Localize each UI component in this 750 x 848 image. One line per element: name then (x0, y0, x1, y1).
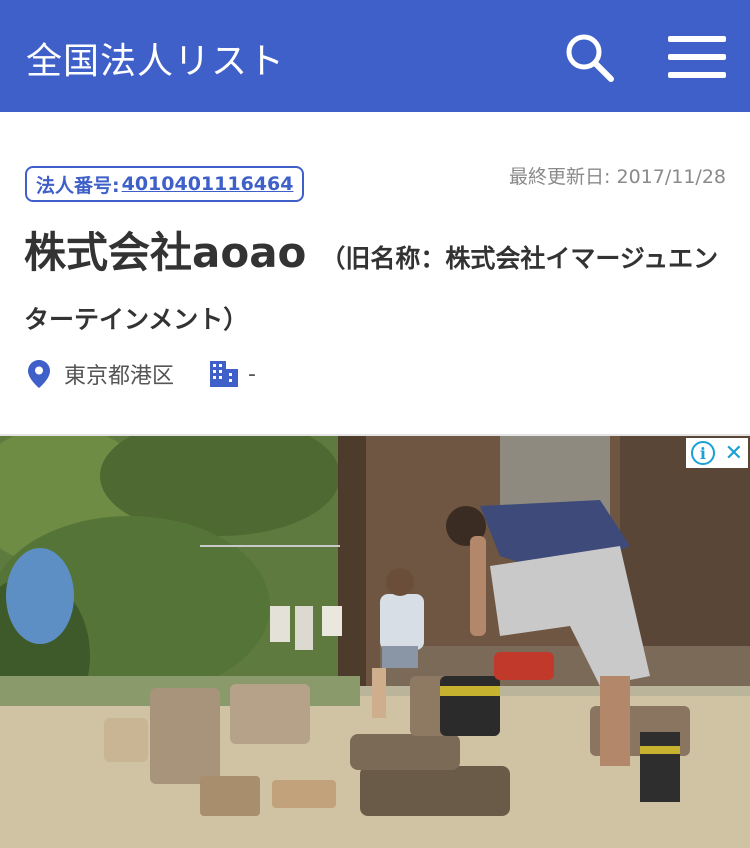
search-icon (566, 34, 614, 82)
adchoices-badge[interactable]: i ✕ (686, 438, 748, 468)
company-info-section: 法人番号: 4010401116464 最終更新日: 2017/11/28 株式… (0, 112, 750, 434)
advertisement-banner[interactable]: i ✕ (0, 436, 750, 848)
ad-photo-wood-chopping (0, 436, 750, 848)
company-name: 株式会社aoao (24, 228, 307, 277)
site-logo[interactable]: 全国法人リスト (26, 32, 285, 84)
company-industry: - (248, 361, 256, 387)
location-pin-icon (28, 360, 50, 388)
last-updated-date: 最終更新日: 2017/11/28 (509, 166, 726, 188)
ad-close-icon[interactable]: ✕ (725, 441, 743, 466)
menu-button[interactable] (666, 34, 728, 80)
corporate-number-badge: 法人番号: 4010401116464 (25, 166, 305, 202)
ad-info-icon[interactable]: i (690, 441, 715, 465)
building-icon (210, 361, 239, 387)
hamburger-menu-icon (668, 36, 726, 78)
company-meta: 東京都港区 - (28, 358, 256, 390)
company-title: 株式会社aoao （旧名称：株式会社イマージュエンターテインメント） (24, 224, 724, 352)
corporate-number-label: 法人番号: (36, 174, 120, 197)
search-button[interactable] (562, 30, 616, 84)
corporate-number-link[interactable]: 4010401116464 (122, 173, 294, 195)
app-header: 全国法人リスト (0, 0, 750, 112)
company-location[interactable]: 東京都港区 (64, 358, 174, 390)
